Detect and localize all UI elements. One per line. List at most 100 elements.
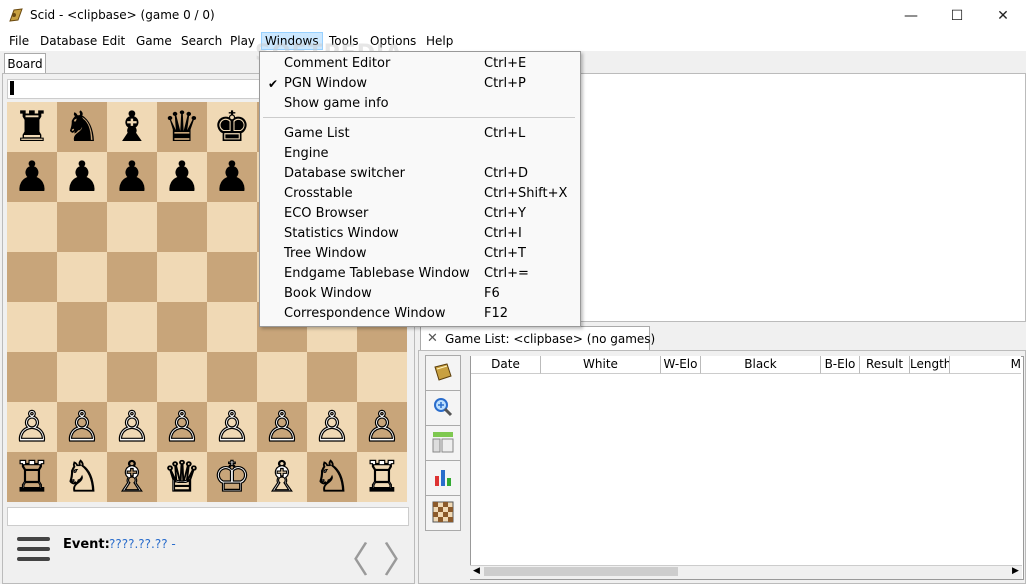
chess-piece[interactable]: ♘ bbox=[313, 451, 352, 502]
minimize-button[interactable]: — bbox=[888, 0, 934, 31]
board-square[interactable] bbox=[57, 252, 107, 302]
chess-piece[interactable]: ♟ bbox=[13, 152, 51, 202]
board-square[interactable]: ♘ bbox=[307, 451, 357, 502]
comment-field[interactable] bbox=[7, 507, 409, 526]
board-square[interactable] bbox=[107, 202, 157, 252]
board-square[interactable] bbox=[7, 352, 57, 402]
menu-item-database-switcher[interactable]: Database switcher Ctrl+D bbox=[260, 164, 580, 184]
board-square[interactable] bbox=[7, 252, 57, 302]
board-square[interactable]: ♘ bbox=[57, 451, 107, 502]
menu-item-eco-browser[interactable]: ECO Browser Ctrl+Y bbox=[260, 204, 580, 224]
chess-piece[interactable]: ♙ bbox=[263, 401, 302, 452]
board-square[interactable]: ♟ bbox=[7, 152, 57, 202]
previous-move-button[interactable]: 〈 bbox=[333, 531, 369, 583]
menu-item-statistics-window[interactable]: Statistics Window Ctrl+I bbox=[260, 224, 580, 244]
board-square[interactable] bbox=[157, 352, 207, 402]
menu-file[interactable]: File bbox=[6, 33, 32, 49]
board-square[interactable]: ♙ bbox=[307, 401, 357, 452]
board-square[interactable]: ♛ bbox=[157, 102, 207, 152]
chess-piece[interactable]: ♙ bbox=[213, 401, 252, 452]
board-square[interactable] bbox=[207, 302, 257, 352]
chess-piece[interactable]: ♙ bbox=[313, 401, 352, 452]
board-button[interactable] bbox=[425, 495, 461, 531]
chess-piece[interactable]: ♛ bbox=[163, 102, 201, 152]
board-square[interactable]: ♟ bbox=[157, 152, 207, 202]
statistics-button[interactable] bbox=[425, 460, 461, 496]
board-square[interactable]: ♕ bbox=[157, 451, 207, 502]
menu-item-engine[interactable]: Engine bbox=[260, 144, 580, 164]
column-header-length[interactable]: Length bbox=[910, 356, 950, 374]
scroll-left-arrow-icon[interactable]: ◀ bbox=[473, 566, 480, 576]
maximize-button[interactable]: ☐ bbox=[934, 0, 980, 31]
board-square[interactable] bbox=[7, 302, 57, 352]
board-square[interactable] bbox=[57, 302, 107, 352]
chess-piece[interactable]: ♙ bbox=[113, 401, 152, 452]
board-square[interactable] bbox=[107, 302, 157, 352]
chess-piece[interactable]: ♙ bbox=[163, 401, 202, 452]
zoom-button[interactable] bbox=[425, 390, 461, 426]
board-square[interactable]: ♜ bbox=[7, 102, 57, 152]
event-value-link[interactable]: ????.??.?? - bbox=[109, 537, 176, 551]
menu-help[interactable]: Help bbox=[423, 33, 456, 49]
board-square[interactable]: ♙ bbox=[257, 401, 307, 452]
menu-item-pgn-window[interactable]: ✔ PGN Window Ctrl+P bbox=[260, 74, 580, 94]
column-header-result[interactable]: Result bbox=[860, 356, 910, 374]
menu-item-show-game-info[interactable]: Show game info bbox=[260, 94, 580, 114]
menu-item-tree-window[interactable]: Tree Window Ctrl+T bbox=[260, 244, 580, 264]
chess-piece[interactable]: ♟ bbox=[163, 152, 201, 202]
hamburger-menu-icon[interactable] bbox=[17, 537, 50, 565]
chess-piece[interactable]: ♘ bbox=[63, 451, 102, 502]
chess-piece[interactable]: ♖ bbox=[363, 451, 402, 502]
chess-piece[interactable]: ♟ bbox=[63, 152, 101, 202]
board-square[interactable] bbox=[107, 252, 157, 302]
board-square[interactable]: ♞ bbox=[57, 102, 107, 152]
board-square[interactable] bbox=[157, 202, 207, 252]
chess-piece[interactable]: ♗ bbox=[113, 451, 152, 502]
menu-game[interactable]: Game bbox=[133, 33, 175, 49]
menu-play[interactable]: Play bbox=[227, 33, 258, 49]
chess-piece[interactable]: ♜ bbox=[13, 102, 51, 152]
board-square[interactable] bbox=[57, 352, 107, 402]
chess-piece[interactable]: ♖ bbox=[13, 451, 52, 502]
chess-piece[interactable]: ♙ bbox=[13, 401, 52, 452]
column-header-b-elo[interactable]: B-Elo bbox=[821, 356, 860, 374]
board-square[interactable] bbox=[357, 352, 407, 402]
next-move-button[interactable]: 〉 bbox=[383, 531, 419, 583]
open-database-button[interactable] bbox=[425, 355, 461, 391]
menu-database[interactable]: Database bbox=[37, 33, 100, 49]
board-square[interactable] bbox=[257, 352, 307, 402]
tab-board[interactable]: Board bbox=[4, 53, 46, 74]
board-square[interactable]: ♙ bbox=[7, 401, 57, 452]
board-square[interactable] bbox=[207, 352, 257, 402]
menu-item-endgame-tablebase-window[interactable]: Endgame Tablebase Window Ctrl+= bbox=[260, 264, 580, 284]
board-square[interactable]: ♙ bbox=[57, 401, 107, 452]
scroll-right-arrow-icon[interactable]: ▶ bbox=[1012, 566, 1019, 576]
chess-piece[interactable]: ♗ bbox=[263, 451, 302, 502]
close-button[interactable]: ✕ bbox=[980, 0, 1026, 31]
board-square[interactable]: ♝ bbox=[107, 102, 157, 152]
menu-item-comment-editor[interactable]: Comment Editor Ctrl+E bbox=[260, 54, 580, 74]
board-square[interactable] bbox=[7, 202, 57, 252]
column-header-more[interactable]: M bbox=[950, 356, 1021, 374]
board-square[interactable]: ♗ bbox=[107, 451, 157, 502]
chess-piece[interactable]: ♞ bbox=[63, 102, 101, 152]
board-square[interactable]: ♙ bbox=[157, 401, 207, 452]
menu-edit[interactable]: Edit bbox=[99, 33, 128, 49]
board-square[interactable] bbox=[157, 302, 207, 352]
board-square[interactable] bbox=[207, 202, 257, 252]
board-square[interactable]: ♟ bbox=[57, 152, 107, 202]
chess-piece[interactable]: ♝ bbox=[113, 102, 151, 152]
menu-item-book-window[interactable]: Book Window F6 bbox=[260, 284, 580, 304]
menu-item-crosstable[interactable]: Crosstable Ctrl+Shift+X bbox=[260, 184, 580, 204]
board-square[interactable]: ♔ bbox=[207, 451, 257, 502]
board-square[interactable] bbox=[107, 352, 157, 402]
column-header-black[interactable]: Black bbox=[701, 356, 821, 374]
chess-piece[interactable]: ♟ bbox=[113, 152, 151, 202]
menu-item-game-list[interactable]: Game List Ctrl+L bbox=[260, 124, 580, 144]
chess-piece[interactable]: ♙ bbox=[363, 401, 402, 452]
chess-piece[interactable]: ♚ bbox=[213, 102, 251, 152]
chess-piece[interactable]: ♔ bbox=[213, 451, 252, 502]
board-square[interactable]: ♙ bbox=[107, 401, 157, 452]
column-header-date[interactable]: Date bbox=[471, 356, 541, 374]
game-list-table[interactable] bbox=[470, 356, 1024, 580]
